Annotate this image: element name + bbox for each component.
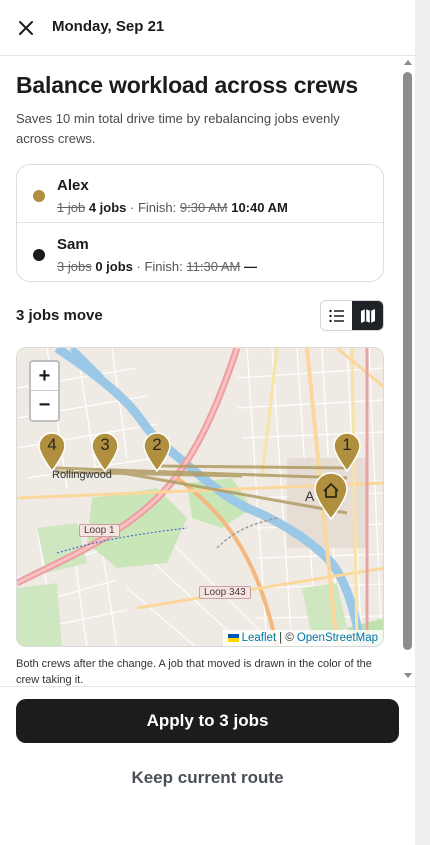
- date-title: Monday, Sep 21: [52, 18, 165, 35]
- openstreetmap-link[interactable]: OpenStreetMap: [297, 632, 378, 644]
- job-pin-3[interactable]: 3: [90, 432, 120, 473]
- finish-label: · Finish:: [130, 200, 177, 215]
- new-finish-time: —: [243, 259, 257, 274]
- scrollbar[interactable]: [401, 56, 415, 686]
- home-icon: [314, 472, 348, 521]
- top-bar: Monday, Sep 21: [0, 0, 415, 56]
- pin-number: 2: [152, 435, 162, 454]
- scroll-content[interactable]: Balance workload across crews Saves 10 m…: [0, 56, 415, 686]
- crew-detail: 3 jobs 0 jobs · Finish: 11:30 AM —: [57, 259, 257, 274]
- old-job-count: 3 jobs: [57, 259, 92, 274]
- zoom-out-button[interactable]: −: [31, 391, 58, 420]
- scroll-down-arrow-icon[interactable]: [404, 673, 412, 678]
- job-pin-2[interactable]: 2: [142, 432, 172, 473]
- crew-row-sam: Sam 3 jobs 0 jobs · Finish: 11:30 AM —: [17, 224, 383, 282]
- job-pin-4[interactable]: 4: [37, 432, 67, 473]
- old-finish-time: 9:30 AM: [179, 200, 228, 215]
- home-pin[interactable]: [313, 472, 349, 521]
- old-job-count: 1 job: [57, 200, 86, 215]
- attribution-separator: | ©: [279, 632, 294, 644]
- crew-name: Alex: [57, 177, 89, 194]
- close-button[interactable]: [14, 16, 38, 40]
- ukraine-flag-icon: [227, 634, 239, 642]
- new-job-count: 4 jobs: [88, 200, 127, 215]
- list-icon: [328, 309, 344, 322]
- suggestion-panel: Monday, Sep 21 Balance workload across c…: [0, 0, 415, 845]
- pin-number: 4: [47, 435, 57, 454]
- apply-button[interactable]: Apply to 3 jobs: [16, 699, 399, 743]
- map-caption: Both crews after the change. A job that …: [16, 658, 372, 686]
- new-finish-time: 10:40 AM: [231, 200, 288, 215]
- road-label: Loop 343: [199, 586, 251, 599]
- crew-detail: 1 job 4 jobs · Finish: 9:30 AM 10:40 AM: [57, 200, 288, 215]
- crew-color-dot: [33, 190, 45, 202]
- zoom-control: + −: [29, 360, 60, 422]
- suggestion-title: Balance workload across crews: [16, 72, 358, 98]
- page-background-strip: [415, 0, 430, 845]
- old-finish-time: 11:30 AM: [186, 259, 241, 274]
- scroll-up-arrow-icon[interactable]: [404, 60, 412, 65]
- list-view-button[interactable]: [321, 301, 352, 330]
- road-label: Loop 1: [79, 524, 120, 537]
- finish-label: · Finish:: [136, 259, 183, 274]
- keep-current-route-button[interactable]: Keep current route: [16, 759, 399, 797]
- zoom-in-button[interactable]: +: [31, 362, 58, 391]
- map-icon: [360, 308, 375, 323]
- map-view-button[interactable]: [352, 301, 383, 330]
- crew-name: Sam: [57, 236, 89, 253]
- crew-summary-card: Alex 1 job 4 jobs · Finish: 9:30 AM 10:4…: [16, 164, 384, 282]
- map-attribution: Leaflet | © OpenStreetMap: [222, 630, 383, 646]
- jobs-move-label: 3 jobs move: [16, 307, 103, 324]
- suggestion-description: Saves 10 min total drive time by rebalan…: [16, 111, 340, 146]
- crew-row-alex: Alex 1 job 4 jobs · Finish: 9:30 AM 10:4…: [17, 165, 383, 223]
- pin-number: 3: [100, 435, 110, 454]
- job-pin-1[interactable]: 1: [332, 432, 362, 473]
- route-map[interactable]: Loop 1 Loop 343 Rollingwood A 4 3 2 1 + …: [16, 347, 384, 647]
- leaflet-link[interactable]: Leaflet: [242, 632, 277, 644]
- action-footer: Apply to 3 jobs Keep current route: [0, 686, 415, 845]
- scrollbar-thumb[interactable]: [403, 72, 412, 650]
- crew-color-dot: [33, 249, 45, 261]
- new-job-count: 0 jobs: [95, 259, 133, 274]
- view-toggle: [320, 300, 384, 331]
- close-icon: [19, 21, 33, 35]
- pin-number: 1: [342, 435, 352, 454]
